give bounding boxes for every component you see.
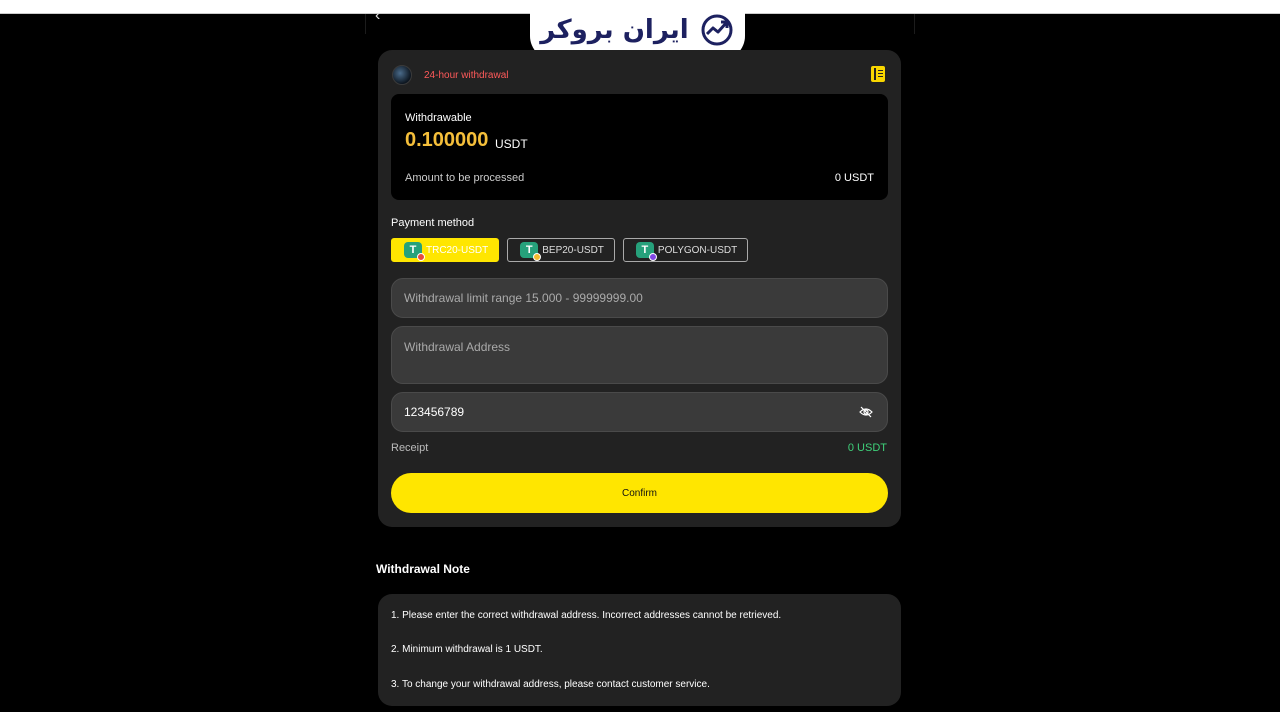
back-chevron-icon[interactable]: ‹: [375, 8, 387, 24]
method-bep20-button[interactable]: T BEP20-USDT: [507, 238, 615, 262]
tether-bep20-icon: T: [520, 242, 542, 261]
note-line: 1. Please enter the correct withdrawal a…: [391, 610, 782, 621]
withdrawable-label: Withdrawable: [405, 112, 472, 124]
withdraw-card: 24-hour withdrawal Withdrawable 0.100000…: [378, 50, 901, 527]
receipt-value: 0 USDT: [847, 442, 887, 454]
method-trc20-button[interactable]: T TRC20-USDT: [391, 238, 500, 262]
records-document-icon[interactable]: [871, 66, 885, 82]
method-label: POLYGON-USDT: [657, 244, 738, 256]
payment-method-group: T TRC20-USDT T BEP20-USDT T POLYGON-USDT: [391, 238, 749, 262]
withdrawal-address-input[interactable]: Withdrawal Address: [391, 326, 888, 384]
withdrawal-time-badge: 24-hour withdrawal: [424, 69, 509, 81]
withdrawal-note-title: Withdrawal Note: [376, 562, 470, 576]
password-value: 123456789: [404, 405, 465, 419]
processed-value: 0 USDT: [834, 172, 874, 184]
balance-panel: Withdrawable 0.100000 USDT Amount to be …: [391, 94, 888, 200]
withdrawal-amount-input[interactable]: Withdrawal limit range 15.000 - 99999999…: [391, 278, 888, 318]
logo-text: ایران بروکر: [540, 15, 689, 45]
note-line: 3. To change your withdrawal address, pl…: [391, 679, 710, 690]
eye-toggle-icon[interactable]: [859, 406, 873, 418]
note-line: 2. Minimum withdrawal is 1 USDT.: [391, 644, 543, 655]
method-label: TRC20-USDT: [426, 244, 489, 256]
method-label: BEP20-USDT: [542, 244, 604, 256]
processed-label: Amount to be processed: [405, 172, 525, 184]
password-input[interactable]: 123456789: [391, 392, 888, 432]
avatar: [392, 65, 412, 85]
withdrawable-amount: 0.100000: [405, 129, 489, 151]
payment-method-label: Payment method: [391, 217, 475, 229]
method-polygon-button[interactable]: T POLYGON-USDT: [622, 238, 749, 262]
withdrawal-note-card: 1. Please enter the correct withdrawal a…: [378, 594, 901, 706]
tether-trc20-icon: T: [404, 242, 425, 261]
card-header: 24-hour withdrawal: [392, 64, 887, 86]
withdrawable-unit: USDT: [495, 137, 528, 151]
tether-polygon-icon: T: [635, 242, 657, 261]
confirm-button[interactable]: Confirm: [391, 473, 888, 513]
amount-placeholder: Withdrawal limit range 15.000 - 99999999…: [404, 291, 643, 305]
chart-growth-icon: [701, 14, 733, 46]
address-placeholder: Withdrawal Address: [404, 340, 511, 354]
receipt-label: Receipt: [391, 442, 429, 454]
